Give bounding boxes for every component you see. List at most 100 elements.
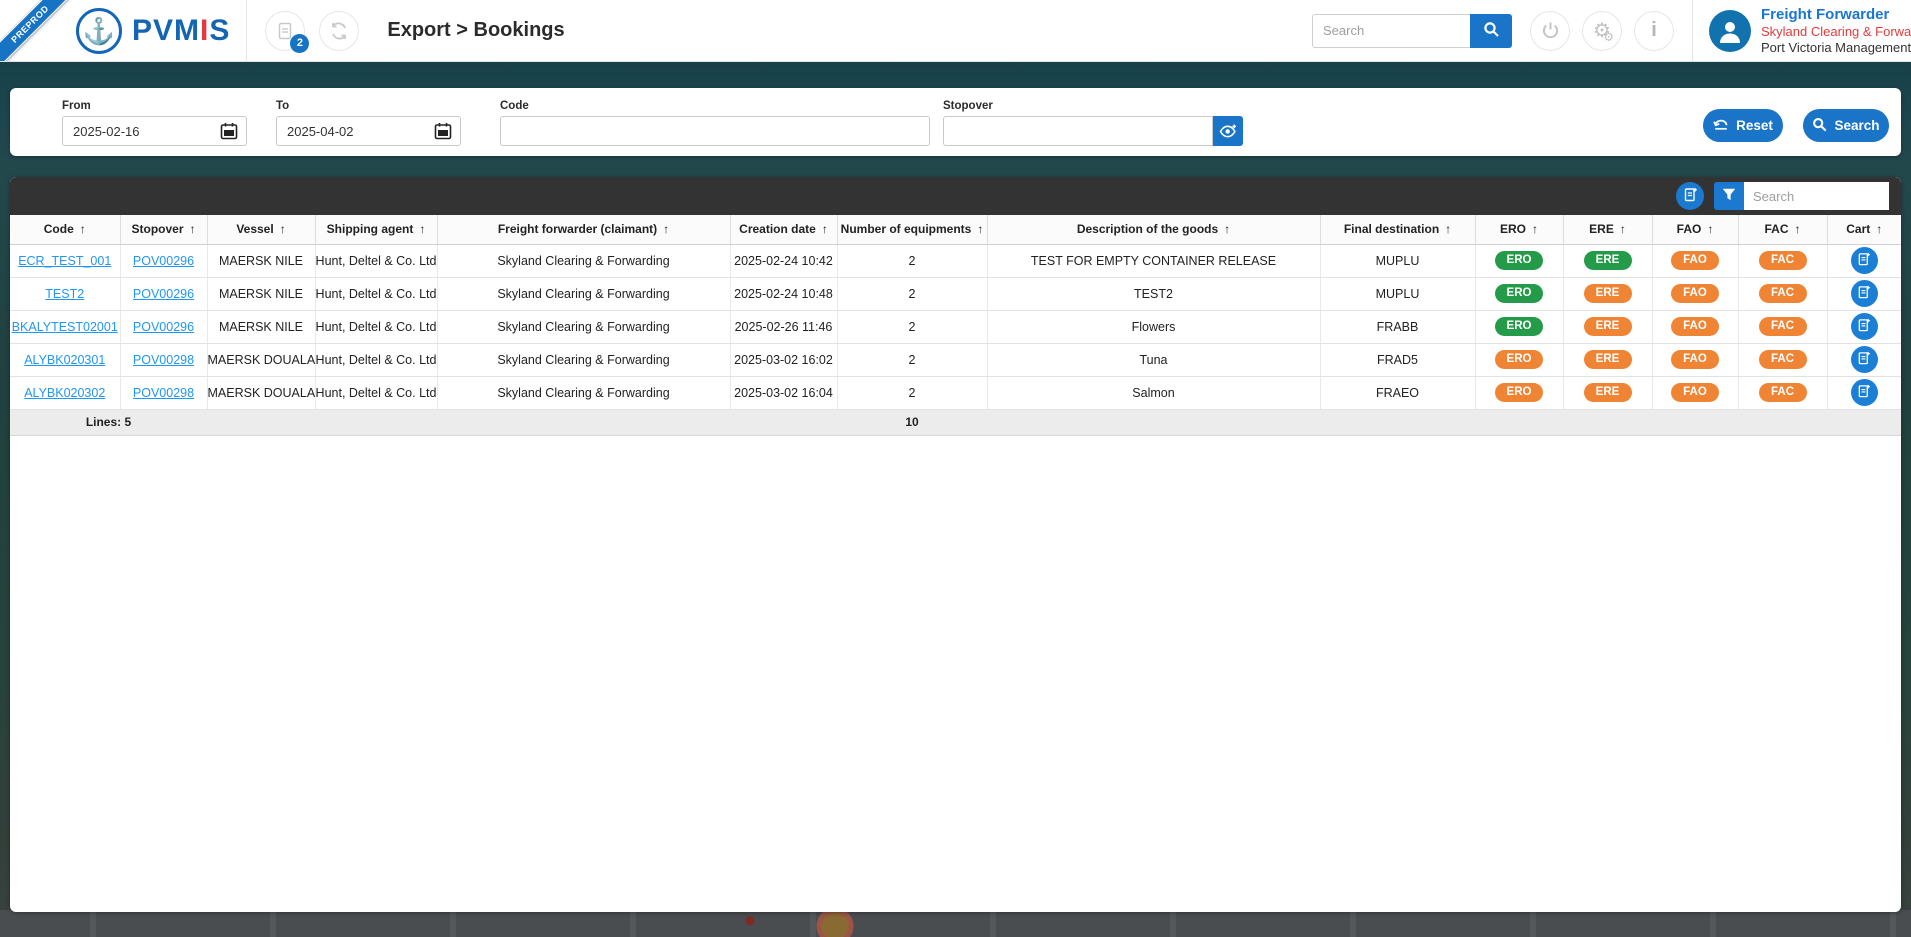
stopover-link[interactable]: POV00296 (133, 254, 194, 268)
document-plus-icon (1857, 384, 1871, 401)
global-search-button[interactable] (1470, 14, 1512, 48)
cell-stopover: POV00298 (120, 343, 207, 376)
filter-search-button[interactable]: Search (1803, 109, 1889, 142)
ero-status-badge[interactable]: ERO (1495, 251, 1543, 271)
stopover-link[interactable]: POV00296 (133, 320, 194, 334)
global-search-input[interactable] (1312, 14, 1470, 48)
column-label: Vessel (236, 222, 273, 236)
column-label: Shipping agent (327, 222, 414, 236)
cell-claimant: Skyland Clearing & Forwarding (437, 376, 730, 409)
ere-status-badge[interactable]: ERE (1584, 317, 1632, 337)
document-plus-icon (1683, 187, 1698, 205)
fao-status-badge[interactable]: FAO (1671, 284, 1719, 304)
user-block[interactable]: Freight Forwarder Skyland Clearing & For… (1693, 6, 1911, 55)
column-header-goods[interactable]: Description of the goods↑ (987, 215, 1320, 244)
fac-status-badge[interactable]: FAC (1759, 350, 1807, 370)
table-row: TEST2POV00296MAERSK NILEHunt, Deltel & C… (10, 277, 1901, 310)
column-label: Freight forwarder (claimant) (498, 222, 657, 236)
user-company: Skyland Clearing & Forwarding (1761, 24, 1911, 39)
cell-stopover: POV00298 (120, 376, 207, 409)
calendar-icon[interactable] (434, 122, 452, 145)
fac-status-badge[interactable]: FAC (1759, 251, 1807, 271)
calendar-icon[interactable] (220, 122, 238, 145)
fao-status-badge[interactable]: FAO (1671, 251, 1719, 271)
fao-status-badge[interactable]: FAO (1671, 350, 1719, 370)
cell-agent: Hunt, Deltel & Co. Ltd (315, 343, 437, 376)
add-to-cart-button[interactable] (1851, 280, 1878, 307)
ero-status-badge[interactable]: ERO (1495, 383, 1543, 403)
stopover-link[interactable]: POV00296 (133, 287, 194, 301)
table-filter-button[interactable] (1714, 182, 1744, 210)
stopover-input[interactable] (943, 116, 1213, 146)
booking-code-link[interactable]: ALYBK020301 (24, 353, 105, 367)
info-button[interactable]: i (1634, 11, 1674, 51)
cell-goods: TEST2 (987, 277, 1320, 310)
fac-status-badge[interactable]: FAC (1759, 383, 1807, 403)
cell-ere: ERE (1563, 376, 1652, 409)
column-header-ere[interactable]: ERE↑ (1563, 215, 1652, 244)
fao-status-badge[interactable]: FAO (1671, 317, 1719, 337)
ere-status-badge[interactable]: ERE (1584, 251, 1632, 271)
add-to-cart-button[interactable] (1851, 379, 1878, 406)
ere-status-badge[interactable]: ERE (1584, 383, 1632, 403)
logout-button[interactable] (1530, 11, 1570, 51)
booking-code-link[interactable]: TEST2 (45, 287, 84, 301)
refresh-button[interactable] (319, 11, 359, 51)
footer-spacer (207, 409, 837, 435)
cell-fao: FAO (1652, 277, 1738, 310)
column-header-equipments[interactable]: Number of equipments↑ (837, 215, 987, 244)
column-header-vessel[interactable]: Vessel↑ (207, 215, 315, 244)
fac-status-badge[interactable]: FAC (1759, 284, 1807, 304)
sort-asc-icon: ↑ (1445, 222, 1451, 236)
stopover-link[interactable]: POV00298 (133, 353, 194, 367)
cell-fac: FAC (1738, 244, 1827, 277)
column-header-destination[interactable]: Final destination↑ (1320, 215, 1475, 244)
column-header-cart[interactable]: Cart↑ (1827, 215, 1901, 244)
cell-vessel: MAERSK NILE (207, 310, 315, 343)
column-header-ero[interactable]: ERO↑ (1475, 215, 1563, 244)
ero-status-badge[interactable]: ERO (1495, 284, 1543, 304)
code-input[interactable] (500, 116, 930, 146)
column-header-code[interactable]: Code↑ (10, 215, 120, 244)
column-header-stopover[interactable]: Stopover↑ (120, 215, 207, 244)
fao-status-badge[interactable]: FAO (1671, 383, 1719, 403)
table-row: ALYBK020301POV00298MAERSK DOUALAHunt, De… (10, 343, 1901, 376)
table-search (1714, 182, 1889, 210)
booking-code-link[interactable]: ALYBK020302 (24, 386, 105, 400)
ere-status-badge[interactable]: ERE (1584, 350, 1632, 370)
column-label: Creation date (739, 222, 816, 236)
table-search-input[interactable] (1744, 182, 1889, 210)
column-header-created[interactable]: Creation date↑ (730, 215, 837, 244)
sort-asc-icon: ↑ (1707, 222, 1713, 236)
cell-goods: Tuna (987, 343, 1320, 376)
column-header-fao[interactable]: FAO↑ (1652, 215, 1738, 244)
column-header-fac[interactable]: FAC↑ (1738, 215, 1827, 244)
documents-button[interactable]: 2 (265, 11, 305, 51)
cell-created: 2025-03-02 16:04 (730, 376, 837, 409)
settings-button[interactable]: ⚙⚙ (1582, 11, 1622, 51)
add-to-cart-button[interactable] (1851, 346, 1878, 373)
cell-fao: FAO (1652, 376, 1738, 409)
add-to-cart-button[interactable] (1851, 247, 1878, 274)
cell-equipments: 2 (837, 277, 987, 310)
reset-button[interactable]: Reset (1703, 109, 1783, 142)
cell-code: TEST2 (10, 277, 120, 310)
ere-status-badge[interactable]: ERE (1584, 284, 1632, 304)
export-table-button[interactable] (1676, 182, 1704, 210)
cell-code: ECR_TEST_001 (10, 244, 120, 277)
stopover-link[interactable]: POV00298 (133, 386, 194, 400)
column-label: Description of the goods (1077, 222, 1218, 236)
add-to-cart-button[interactable] (1851, 313, 1878, 340)
fac-status-badge[interactable]: FAC (1759, 317, 1807, 337)
column-header-claimant[interactable]: Freight forwarder (claimant)↑ (437, 215, 730, 244)
booking-code-link[interactable]: ECR_TEST_001 (18, 254, 111, 268)
ero-status-badge[interactable]: ERO (1495, 350, 1543, 370)
info-icon: i (1651, 19, 1657, 42)
booking-code-link[interactable]: BKALYTEST02001 (12, 320, 118, 334)
brand-s: S (209, 14, 230, 47)
cell-equipments: 2 (837, 376, 987, 409)
stopover-lookup-button[interactable] (1213, 116, 1243, 146)
column-header-agent[interactable]: Shipping agent↑ (315, 215, 437, 244)
cell-equipments: 2 (837, 343, 987, 376)
ero-status-badge[interactable]: ERO (1495, 317, 1543, 337)
